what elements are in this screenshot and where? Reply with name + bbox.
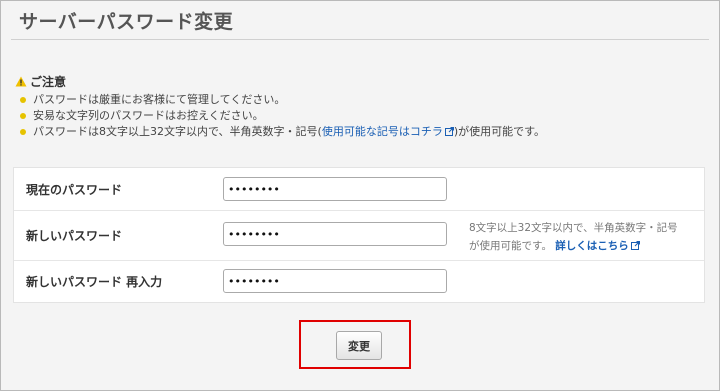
notice-heading-text: ご注意 — [30, 75, 67, 89]
external-link-icon — [630, 241, 640, 250]
notice-item: パスワードは厳重にお客様にて管理してください。 — [15, 92, 545, 108]
notice-item-text: パスワードは8文字以上32文字以内で、半角英数字・記号( — [33, 125, 322, 138]
notice-list: パスワードは厳重にお客様にて管理してください。 安易な文字列のパスワードはお控え… — [15, 92, 545, 140]
notice-item-text: パスワードは厳重にお客様にて管理してください。 — [33, 93, 286, 106]
password-form: 現在のパスワード 新しいパスワード 8文字以上32文字以内で、半角英数字・記号が… — [13, 167, 705, 303]
current-password-row: 現在のパスワード — [14, 168, 704, 211]
warning-icon — [15, 76, 27, 87]
change-button[interactable]: 変更 — [336, 331, 382, 360]
notice-item: 安易な文字列のパスワードはお控えください。 — [15, 108, 545, 124]
bullet-icon — [20, 113, 26, 119]
bullet-icon — [20, 97, 26, 103]
confirm-password-row: 新しいパスワード 再入力 — [14, 260, 704, 302]
current-password-input[interactable] — [223, 177, 447, 201]
title-divider — [11, 39, 709, 40]
notice-heading: ご注意 — [15, 73, 545, 90]
password-hint: 8文字以上32文字以内で、半角英数字・記号が使用可能です。 詳しくはこちら — [469, 219, 683, 255]
symbols-link-text[interactable]: 使用可能な記号はコチラ — [322, 125, 443, 138]
confirm-password-label: 新しいパスワード 再入力 — [26, 275, 163, 289]
notice-item: パスワードは8文字以上32文字以内で、半角英数字・記号(使用可能な記号はコチラ)… — [15, 124, 545, 140]
new-password-row: 新しいパスワード 8文字以上32文字以内で、半角英数字・記号が使用可能です。 詳… — [14, 210, 704, 261]
symbols-link[interactable]: 使用可能な記号はコチラ — [322, 125, 454, 138]
confirm-password-input[interactable] — [223, 269, 447, 293]
details-link[interactable]: 詳しくはこちら — [555, 240, 640, 252]
new-password-input[interactable] — [223, 222, 447, 246]
page-frame: サーバーパスワード変更 ご注意 パスワードは厳重にお客様にて管理してください。 … — [0, 0, 720, 391]
details-link-text[interactable]: 詳しくはこちら — [555, 240, 629, 252]
current-password-label: 現在のパスワード — [26, 183, 123, 197]
external-link-icon — [444, 127, 454, 136]
bullet-icon — [20, 129, 26, 135]
notice-box: ご注意 パスワードは厳重にお客様にて管理してください。 安易な文字列のパスワード… — [15, 73, 545, 140]
page-title: サーバーパスワード変更 — [19, 11, 234, 33]
notice-item-text: 安易な文字列のパスワードはお控えください。 — [33, 109, 264, 122]
notice-item-text-after: )が使用可能です。 — [453, 125, 546, 138]
new-password-label: 新しいパスワード — [26, 229, 123, 243]
